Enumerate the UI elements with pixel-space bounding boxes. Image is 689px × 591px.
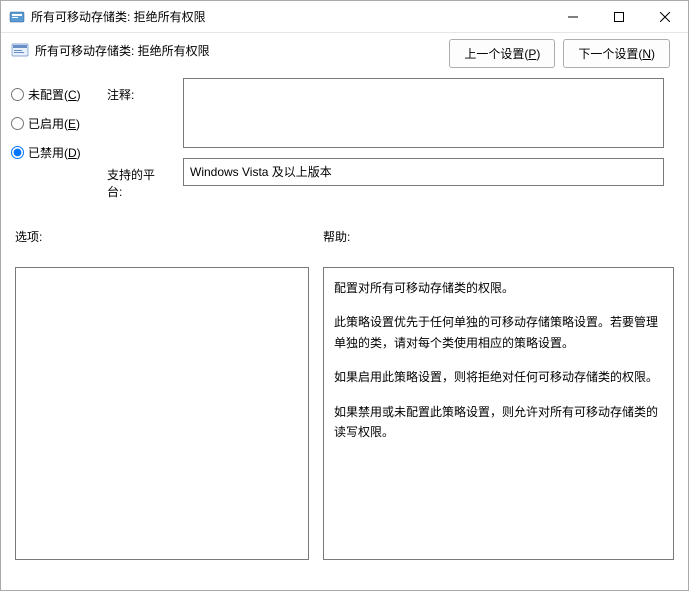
radio-enabled-input[interactable] <box>11 117 24 130</box>
radio-not-configured[interactable]: 未配置(C) <box>11 86 93 103</box>
radio-disabled-input[interactable] <box>11 146 24 159</box>
options-column: 选项: <box>15 228 309 560</box>
window-title: 所有可移动存储类: 拒绝所有权限 <box>31 8 550 25</box>
help-paragraph: 配置对所有可移动存储类的权限。 <box>334 278 663 298</box>
next-label: 下一个设置(N) <box>578 47 655 61</box>
radio-not-configured-label: 未配置(C) <box>28 86 81 103</box>
policy-icon <box>11 41 29 59</box>
platform-label: 支持的平台: <box>107 166 169 200</box>
maximize-button[interactable] <box>596 1 642 33</box>
comment-label: 注释: <box>107 86 169 166</box>
next-setting-button[interactable]: 下一个设置(N) <box>563 39 670 68</box>
config-section: 未配置(C) 已启用(E) 已禁用(D) 注释: 支持的平台: Windows … <box>1 78 688 200</box>
field-labels: 注释: 支持的平台: <box>107 78 169 200</box>
help-paragraph: 此策略设置优先于任何单独的可移动存储策略设置。若要管理单独的类，请对每个类使用相… <box>334 312 663 353</box>
previous-setting-button[interactable]: 上一个设置(P) <box>449 39 555 68</box>
close-button[interactable] <box>642 1 688 33</box>
header-row: 所有可移动存储类: 拒绝所有权限 上一个设置(P) 下一个设置(N) <box>1 33 688 78</box>
help-label: 帮助: <box>323 228 674 245</box>
nav-buttons: 上一个设置(P) 下一个设置(N) <box>449 33 688 78</box>
radio-disabled[interactable]: 已禁用(D) <box>11 144 93 161</box>
policy-header: 所有可移动存储类: 拒绝所有权限 <box>1 33 449 63</box>
options-panel <box>15 267 309 560</box>
help-panel: 配置对所有可移动存储类的权限。 此策略设置优先于任何单独的可移动存储策略设置。若… <box>323 267 674 560</box>
options-label: 选项: <box>15 228 309 245</box>
radio-group: 未配置(C) 已启用(E) 已禁用(D) <box>11 78 93 200</box>
minimize-button[interactable] <box>550 1 596 33</box>
prev-label: 上一个设置(P) <box>464 47 540 61</box>
policy-title: 所有可移动存储类: 拒绝所有权限 <box>35 42 439 59</box>
radio-disabled-label: 已禁用(D) <box>28 144 81 161</box>
comment-input[interactable] <box>183 78 664 148</box>
help-paragraph: 如果启用此策略设置，则将拒绝对任何可移动存储类的权限。 <box>334 367 663 387</box>
app-icon <box>9 9 25 25</box>
radio-enabled[interactable]: 已启用(E) <box>11 115 93 132</box>
help-column: 帮助: 配置对所有可移动存储类的权限。 此策略设置优先于任何单独的可移动存储策略… <box>323 228 674 560</box>
radio-not-configured-input[interactable] <box>11 88 24 101</box>
field-inputs: Windows Vista 及以上版本 <box>183 78 678 200</box>
window-controls <box>550 1 688 33</box>
radio-enabled-label: 已启用(E) <box>28 115 80 132</box>
lower-section: 选项: 帮助: 配置对所有可移动存储类的权限。 此策略设置优先于任何单独的可移动… <box>1 200 688 570</box>
titlebar: 所有可移动存储类: 拒绝所有权限 <box>1 1 688 33</box>
supported-platform: Windows Vista 及以上版本 <box>183 158 664 186</box>
help-paragraph: 如果禁用或未配置此策略设置，则允许对所有可移动存储类的读写权限。 <box>334 402 663 443</box>
